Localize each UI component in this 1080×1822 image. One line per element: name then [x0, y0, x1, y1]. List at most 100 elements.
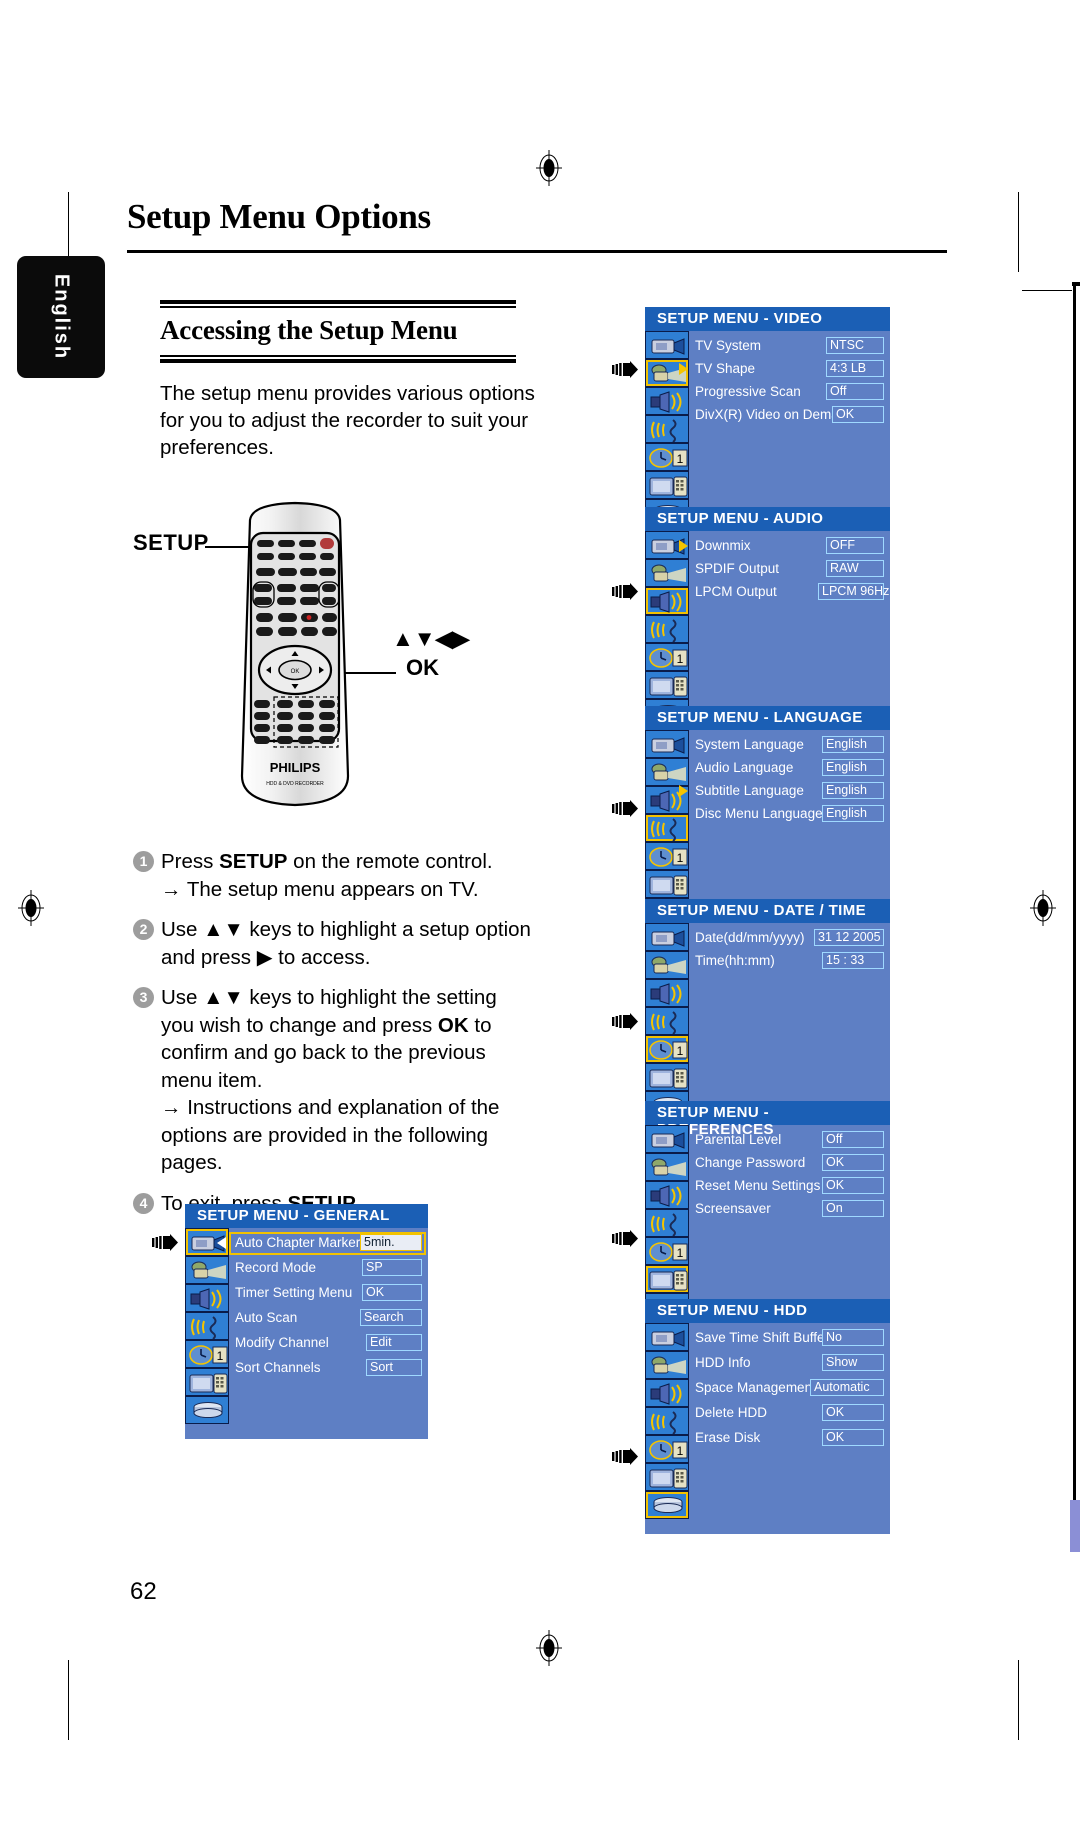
- film-projector-icon[interactable]: [645, 758, 689, 786]
- osd-row-value[interactable]: OK: [832, 406, 884, 423]
- osd-row-value[interactable]: Off: [826, 383, 884, 400]
- osd-row-value[interactable]: Edit: [366, 1334, 422, 1351]
- osd-row[interactable]: Timer Setting Menu OK: [233, 1283, 424, 1307]
- osd-icon-column[interactable]: 1: [645, 730, 689, 926]
- clock-one-icon[interactable]: 1: [645, 643, 689, 671]
- osd-row[interactable]: Modify Channel Edit: [233, 1333, 424, 1357]
- osd-row-value[interactable]: No: [822, 1329, 884, 1346]
- osd-row-value[interactable]: OK: [822, 1404, 884, 1421]
- osd-row[interactable]: Erase Disk OK: [693, 1428, 886, 1452]
- osd-row[interactable]: Screensaver On: [693, 1199, 886, 1221]
- osd-row-value[interactable]: Sort: [366, 1359, 422, 1376]
- waveform-icon[interactable]: [645, 814, 689, 842]
- speaker-icon[interactable]: [645, 979, 689, 1007]
- osd-row-value[interactable]: OK: [822, 1177, 884, 1194]
- camcorder-icon[interactable]: [645, 1323, 689, 1351]
- osd-row[interactable]: Date(dd/mm/yyyy) 31 12 2005: [693, 928, 886, 950]
- osd-row[interactable]: Change Password OK: [693, 1153, 886, 1175]
- osd-row-value[interactable]: English: [822, 782, 884, 799]
- osd-row[interactable]: Save Time Shift Buffer No: [693, 1328, 886, 1352]
- osd-row-value[interactable]: English: [822, 805, 884, 822]
- osd-row-value[interactable]: Show: [822, 1354, 884, 1371]
- waveform-icon[interactable]: [645, 415, 689, 443]
- tv-keypad-icon[interactable]: [645, 870, 689, 898]
- clock-one-icon[interactable]: 1: [185, 1340, 229, 1368]
- camcorder-icon[interactable]: [645, 331, 689, 359]
- waveform-icon[interactable]: [645, 1407, 689, 1435]
- osd-row[interactable]: Downmix OFF: [679, 536, 886, 558]
- waveform-icon[interactable]: [645, 1209, 689, 1237]
- film-projector-icon[interactable]: [185, 1256, 229, 1284]
- speaker-icon[interactable]: [645, 1181, 689, 1209]
- waveform-icon[interactable]: [185, 1312, 229, 1340]
- tv-keypad-icon[interactable]: [645, 1063, 689, 1091]
- waveform-icon[interactable]: [645, 615, 689, 643]
- hdd-disc-icon[interactable]: [185, 1396, 229, 1424]
- osd-row[interactable]: TV System NTSC: [693, 336, 886, 358]
- osd-row[interactable]: Sort Channels Sort: [233, 1358, 424, 1382]
- speaker-icon[interactable]: [645, 587, 689, 615]
- speaker-icon[interactable]: [185, 1284, 229, 1312]
- osd-row[interactable]: Parental Level Off: [693, 1130, 886, 1152]
- osd-row-value[interactable]: NTSC: [826, 337, 884, 354]
- film-projector-icon[interactable]: [645, 951, 689, 979]
- osd-row[interactable]: Record Mode SP: [233, 1258, 424, 1282]
- osd-row-value[interactable]: 4:3 LB: [826, 360, 884, 377]
- osd-row-value[interactable]: LPCM 96Hz: [818, 583, 889, 600]
- osd-icon-column[interactable]: 1: [645, 923, 689, 1119]
- osd-row[interactable]: System Language English: [693, 735, 886, 757]
- osd-row[interactable]: Disc Menu Language English: [693, 804, 886, 826]
- osd-icon-column[interactable]: 1: [645, 1323, 689, 1519]
- osd-row[interactable]: HDD Info Show: [693, 1353, 886, 1377]
- clock-one-icon[interactable]: 1: [645, 443, 689, 471]
- tv-keypad-icon[interactable]: [645, 471, 689, 499]
- osd-row-value[interactable]: SP: [362, 1259, 422, 1276]
- osd-row[interactable]: Delete HDD OK: [693, 1403, 886, 1427]
- osd-row[interactable]: TV Shape 4:3 LB: [679, 359, 886, 381]
- osd-row[interactable]: DivX(R) Video on Demand OK: [693, 405, 886, 427]
- osd-row-value[interactable]: Off: [822, 1131, 884, 1148]
- osd-icon-column[interactable]: 1: [185, 1228, 229, 1424]
- osd-icon-column[interactable]: 1: [645, 531, 689, 727]
- clock-one-icon[interactable]: 1: [645, 1035, 689, 1063]
- clock-one-icon[interactable]: 1: [645, 1237, 689, 1265]
- clock-one-icon[interactable]: 1: [645, 1435, 689, 1463]
- clock-one-icon[interactable]: 1: [645, 842, 689, 870]
- osd-icon-column[interactable]: 1: [645, 331, 689, 527]
- camcorder-icon[interactable]: [645, 923, 689, 951]
- osd-row-value[interactable]: OFF: [826, 537, 884, 554]
- osd-row-value[interactable]: English: [822, 736, 884, 753]
- osd-row[interactable]: Progressive Scan Off: [693, 382, 886, 404]
- osd-row-value[interactable]: Automatic: [810, 1379, 884, 1396]
- waveform-icon[interactable]: [645, 1007, 689, 1035]
- tv-keypad-icon[interactable]: [645, 1265, 689, 1293]
- osd-row[interactable]: Time(hh:mm) 15 : 33: [693, 951, 886, 973]
- film-projector-icon[interactable]: [645, 1153, 689, 1181]
- osd-row[interactable]: Audio Language English: [693, 758, 886, 780]
- osd-row-value[interactable]: 15 : 33: [822, 952, 884, 969]
- tv-keypad-icon[interactable]: [645, 1463, 689, 1491]
- tv-keypad-icon[interactable]: [645, 671, 689, 699]
- osd-row-value[interactable]: RAW: [826, 560, 884, 577]
- osd-row[interactable]: Subtitle Language English: [679, 781, 886, 803]
- tv-keypad-icon[interactable]: [185, 1368, 229, 1396]
- speaker-icon[interactable]: [645, 387, 689, 415]
- osd-icon-column[interactable]: 1: [645, 1125, 689, 1321]
- film-projector-icon[interactable]: [645, 1351, 689, 1379]
- osd-row-value[interactable]: English: [822, 759, 884, 776]
- camcorder-icon[interactable]: [645, 1125, 689, 1153]
- osd-row-value[interactable]: OK: [822, 1429, 884, 1446]
- osd-row[interactable]: Space Management Automatic: [693, 1378, 886, 1402]
- osd-row-value[interactable]: Search: [360, 1309, 422, 1326]
- osd-row-value[interactable]: OK: [822, 1154, 884, 1171]
- osd-row-value[interactable]: 31 12 2005: [814, 929, 884, 946]
- osd-row-value[interactable]: OK: [362, 1284, 422, 1301]
- osd-row[interactable]: SPDIF Output RAW: [693, 559, 886, 581]
- film-projector-icon[interactable]: [645, 559, 689, 587]
- osd-row[interactable]: Reset Menu Settings OK: [693, 1176, 886, 1198]
- hdd-disc-icon[interactable]: [645, 1491, 689, 1519]
- osd-row[interactable]: Auto Scan Search: [233, 1308, 424, 1332]
- osd-row-value[interactable]: On: [822, 1200, 884, 1217]
- speaker-icon[interactable]: [645, 1379, 689, 1407]
- osd-row[interactable]: LPCM Output LPCM 96Hz: [693, 582, 889, 604]
